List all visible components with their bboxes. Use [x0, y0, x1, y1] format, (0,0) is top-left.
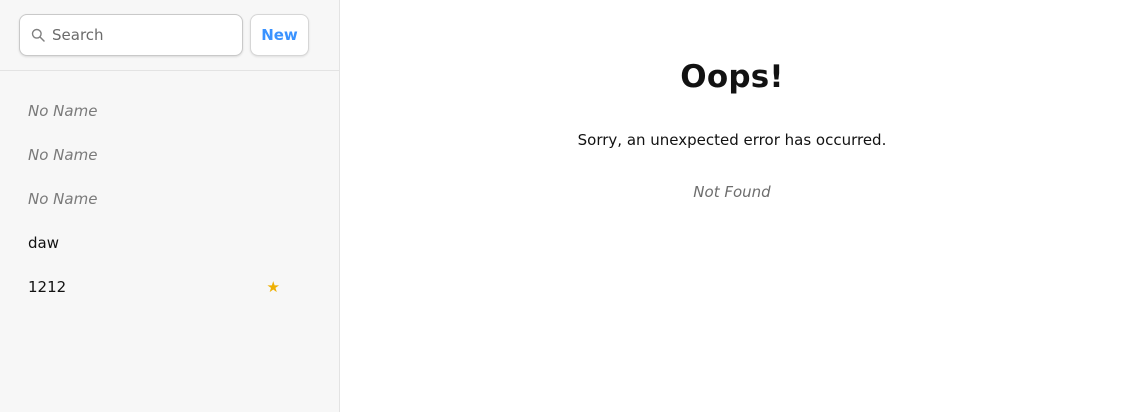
sidebar: New No Name No Name No Name daw 1212 ★ [0, 0, 340, 412]
contact-label: No Name [28, 190, 98, 208]
contact-item[interactable]: daw [19, 221, 320, 265]
search-icon [31, 28, 45, 42]
contact-label: daw [28, 234, 59, 252]
contact-label: No Name [28, 102, 98, 120]
error-status: Not Found [693, 183, 771, 201]
contact-item[interactable]: No Name [19, 177, 320, 221]
sidebar-header: New [0, 0, 339, 71]
contact-label: No Name [28, 146, 98, 164]
new-button[interactable]: New [250, 14, 309, 56]
error-page: Oops! Sorry, an unexpected error has occ… [340, 0, 1124, 412]
contact-item[interactable]: 1212 ★ [19, 265, 320, 309]
star-icon: ★ [266, 278, 280, 296]
search-box[interactable] [19, 14, 243, 56]
error-title: Oops! [680, 59, 784, 95]
app: New No Name No Name No Name daw 1212 ★ O… [0, 0, 1124, 412]
contact-item[interactable]: No Name [19, 89, 320, 133]
contact-list: No Name No Name No Name daw 1212 ★ [0, 71, 339, 309]
contact-item[interactable]: No Name [19, 133, 320, 177]
error-message: Sorry, an unexpected error has occurred. [577, 131, 887, 149]
search-input[interactable] [20, 15, 242, 55]
contact-label: 1212 [28, 278, 67, 296]
